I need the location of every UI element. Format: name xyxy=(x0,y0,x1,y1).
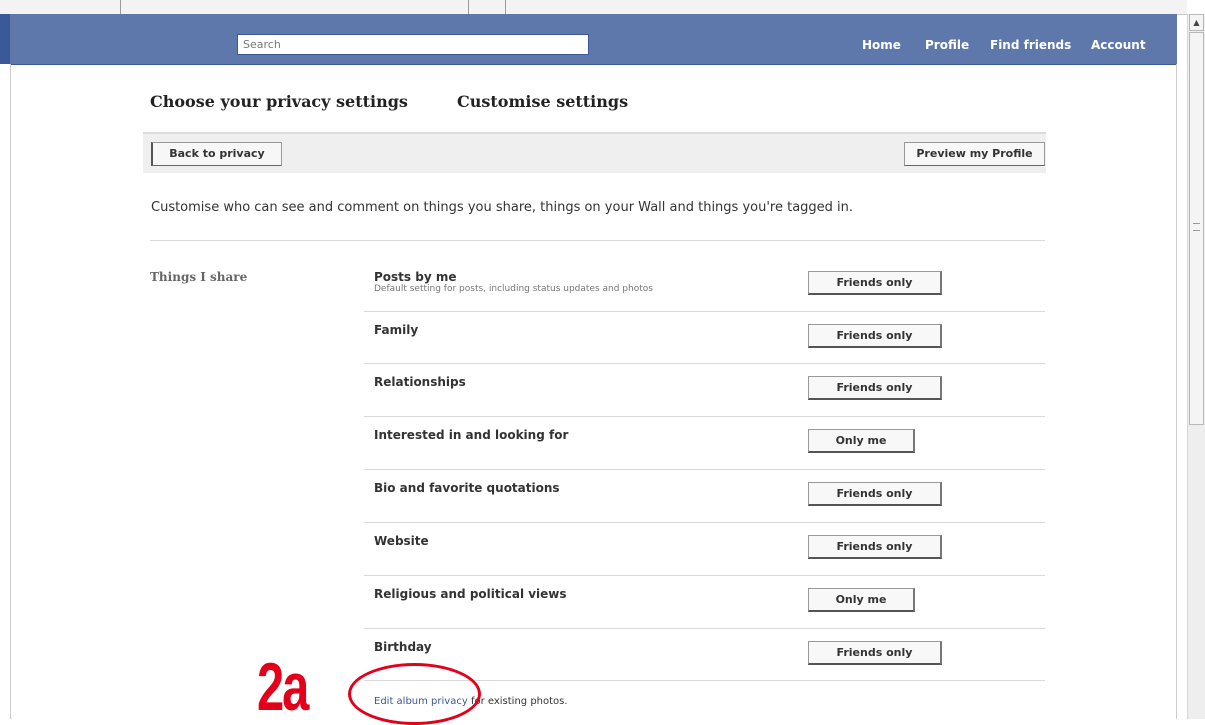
privacy-setting-selector[interactable]: Friends only xyxy=(808,641,942,665)
content-left-border xyxy=(10,64,11,719)
nav-account-link[interactable]: Account xyxy=(1091,38,1146,52)
tab-edge xyxy=(505,0,506,14)
privacy-row: Posts by me Default setting for posts, in… xyxy=(364,270,1045,310)
tab-edge xyxy=(120,0,121,14)
annotation-label: 2a xyxy=(257,649,309,725)
privacy-setting-selector[interactable]: Friends only xyxy=(808,535,942,559)
tab-edge xyxy=(468,0,469,14)
privacy-setting-selector[interactable]: Only me xyxy=(808,429,915,453)
row-divider xyxy=(364,363,1045,364)
privacy-row-description: Default setting for posts, including sta… xyxy=(374,284,653,294)
page-title: Choose your privacy settings xyxy=(150,92,408,111)
search-input[interactable]: Search xyxy=(237,34,589,55)
privacy-row: Religious and political views Only me xyxy=(364,587,1045,627)
section-label: Things I share xyxy=(150,270,248,284)
privacy-row: Family Friends only xyxy=(364,323,1045,363)
vertical-scrollbar[interactable]: ▲ xyxy=(1187,14,1205,719)
privacy-setting-selector[interactable]: Friends only xyxy=(808,271,942,295)
browser-top-strip xyxy=(0,0,1187,15)
row-divider xyxy=(364,311,1045,312)
privacy-row-label: Bio and favorite quotations xyxy=(374,481,560,495)
privacy-row: Relationships Friends only xyxy=(364,375,1045,415)
row-divider xyxy=(364,416,1045,417)
row-divider xyxy=(364,469,1045,470)
privacy-row-label: Website xyxy=(374,534,429,548)
privacy-row-label: Family xyxy=(374,323,419,337)
page-subtitle: Customise settings xyxy=(457,92,629,111)
nav-profile-link[interactable]: Profile xyxy=(925,38,969,52)
privacy-row: Interested in and looking for Only me xyxy=(364,428,1045,468)
privacy-row-label: Relationships xyxy=(374,375,466,389)
privacy-row-label: Religious and political views xyxy=(374,587,567,601)
page-description: Customise who can see and comment on thi… xyxy=(151,200,854,215)
nav-home-link[interactable]: Home xyxy=(862,38,901,52)
row-divider xyxy=(364,575,1045,576)
privacy-row-label: Posts by me xyxy=(374,270,457,284)
scroll-thumb[interactable] xyxy=(1189,32,1204,425)
privacy-setting-selector[interactable]: Only me xyxy=(808,588,915,612)
album-privacy-suffix: for existing photos. xyxy=(467,696,568,707)
privacy-row: Bio and favorite quotations Friends only xyxy=(364,481,1045,521)
section-divider xyxy=(150,240,1045,241)
back-to-privacy-button[interactable]: Back to privacy xyxy=(151,142,282,166)
privacy-row-label: Birthday xyxy=(374,640,432,654)
row-divider xyxy=(364,628,1045,629)
privacy-setting-selector[interactable]: Friends only xyxy=(808,482,942,506)
header-left-edge xyxy=(0,14,10,64)
grip-icon xyxy=(1193,223,1200,231)
content-right-border xyxy=(1176,64,1177,719)
nav-find-friends-link[interactable]: Find friends xyxy=(990,38,1071,52)
privacy-row: Website Friends only xyxy=(364,534,1045,574)
privacy-setting-selector[interactable]: Friends only xyxy=(808,324,942,348)
annotation-circle xyxy=(348,663,481,725)
scroll-up-arrow-icon[interactable]: ▲ xyxy=(1189,14,1204,31)
row-divider xyxy=(364,522,1045,523)
privacy-setting-selector[interactable]: Friends only xyxy=(808,376,942,400)
privacy-row-label: Interested in and looking for xyxy=(374,428,569,442)
preview-profile-button[interactable]: Preview my Profile xyxy=(904,142,1045,166)
